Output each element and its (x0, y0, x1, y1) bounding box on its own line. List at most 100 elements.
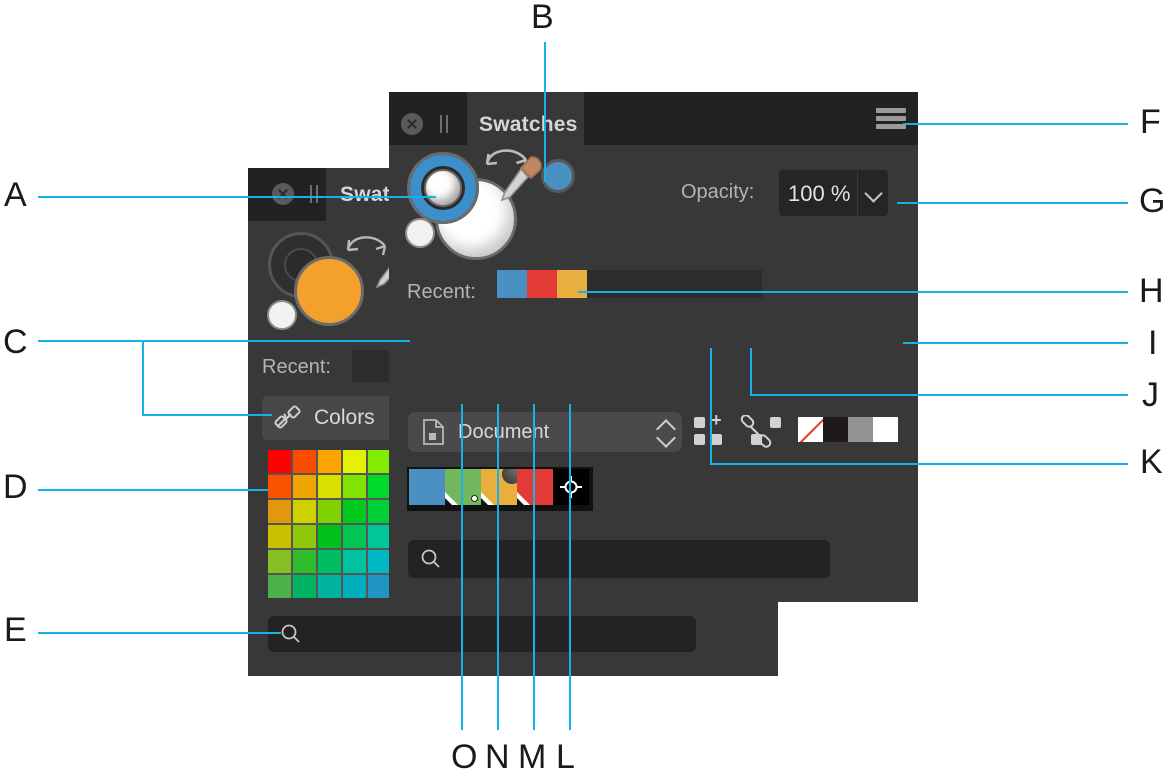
back-colors-button-label: Colors (314, 406, 375, 429)
back-fill-stroke-color-indicator[interactable] (262, 230, 416, 340)
spinner-updown-icon[interactable] (656, 419, 676, 448)
recent-label: Recent: (407, 281, 476, 303)
leader-line-M (533, 404, 535, 730)
new-swatch-group-button[interactable]: + (694, 411, 736, 449)
callout-label-O: O (451, 738, 478, 776)
leader-line-G (897, 202, 1128, 204)
pause-icon[interactable] (438, 115, 450, 133)
color-grid-cell[interactable] (268, 500, 291, 523)
color-grid-cell[interactable] (343, 500, 366, 523)
search-icon (281, 624, 300, 643)
callout-label-H: H (1139, 272, 1164, 310)
color-grid-cell[interactable] (293, 475, 316, 498)
none-color-icon[interactable] (405, 218, 435, 248)
color-grid-cell[interactable] (293, 500, 316, 523)
color-grid-cell[interactable] (318, 550, 341, 573)
color-grid-cell[interactable] (268, 525, 291, 548)
leader-line-N (497, 404, 499, 730)
white-chip[interactable] (873, 417, 898, 442)
front-search-field[interactable] (408, 540, 830, 578)
leader-line-K-elbow (710, 463, 902, 465)
leader-line-J-elbow (750, 394, 902, 396)
leader-line-L (569, 404, 571, 730)
leader-line-B (544, 42, 546, 182)
spot-color-swatch[interactable] (517, 469, 553, 505)
color-grid-cell[interactable] (293, 525, 316, 548)
opacity-value-box[interactable]: 100 % (779, 170, 857, 216)
color-grid-cell[interactable] (368, 500, 391, 523)
color-grid-cell[interactable] (318, 525, 341, 548)
recent-color-chip[interactable] (557, 270, 587, 298)
leader-line-C-top (38, 340, 410, 342)
close-icon[interactable] (272, 183, 294, 205)
color-grid-cell[interactable] (318, 475, 341, 498)
black-chip[interactable] (823, 417, 848, 442)
current-color-eyedropper[interactable] (499, 150, 579, 212)
callout-label-I: I (1148, 324, 1158, 362)
swatch-libraries-selector[interactable]: Document (408, 412, 682, 452)
color-grid-cell[interactable] (268, 450, 291, 473)
color-grid-cell[interactable] (293, 575, 316, 598)
color-grid-cell[interactable] (268, 575, 291, 598)
color-grid-cell[interactable] (343, 475, 366, 498)
hamburger-menu-icon[interactable] (876, 108, 906, 130)
leader-line-C-branch (142, 340, 144, 416)
document-icon (423, 419, 444, 445)
leader-line-H (578, 291, 1128, 293)
chevron-down-icon (864, 184, 883, 203)
leader-line-K-stem (710, 348, 712, 463)
current-color-circle[interactable] (541, 159, 575, 193)
leader-line-E (38, 632, 281, 634)
callout-label-J: J (1142, 376, 1159, 414)
eyedropper-icon[interactable] (499, 153, 547, 209)
spot-corner-inner (481, 498, 488, 505)
leader-line-F (903, 123, 1128, 125)
color-grid-cell[interactable] (268, 550, 291, 573)
gradient-swatch[interactable] (481, 469, 517, 505)
opacity-field[interactable]: Opacity: 100 % (681, 170, 901, 218)
swatch-library-name: Document (458, 421, 550, 443)
opacity-dropdown-button[interactable] (858, 170, 888, 216)
callout-label-D: D (3, 468, 28, 506)
leader-line-K (900, 463, 1128, 465)
color-grid-cell[interactable] (343, 450, 366, 473)
figure-canvas: Swatc Recent: Colors Swatches Opacity: 1… (0, 0, 1166, 774)
color-grid-cell[interactable] (368, 575, 391, 598)
process-color-swatch[interactable] (409, 469, 445, 505)
color-grid-cell[interactable] (318, 575, 341, 598)
back-search-field[interactable] (268, 616, 696, 652)
front-swatches-panel: Swatches Opacity: 100 % Recent: Document… (389, 92, 918, 602)
color-grid-cell[interactable] (368, 475, 391, 498)
color-grid-cell[interactable] (343, 525, 366, 548)
color-grid-cell[interactable] (368, 450, 391, 473)
leader-line-D (38, 489, 268, 491)
stroke-color-ring[interactable] (407, 152, 479, 224)
swatch-strip[interactable] (407, 467, 593, 511)
color-grid-cell[interactable] (293, 550, 316, 573)
color-mode-chips[interactable] (798, 417, 898, 442)
color-grid-cell[interactable] (343, 575, 366, 598)
registration-swatch[interactable] (553, 469, 589, 505)
color-grid-cell[interactable] (318, 450, 341, 473)
link-swatch-button[interactable] (740, 415, 783, 449)
search-icon (421, 549, 440, 568)
color-grid-cell[interactable] (318, 500, 341, 523)
color-grid-cell[interactable] (268, 475, 291, 498)
pause-icon[interactable] (308, 185, 320, 203)
color-grid-cell[interactable] (368, 550, 391, 573)
gray-chip[interactable] (848, 417, 873, 442)
global-color-swatch[interactable] (445, 469, 481, 505)
color-grid-cell[interactable] (293, 450, 316, 473)
recent-color-chip[interactable] (527, 270, 557, 298)
leader-line-O (461, 404, 463, 730)
none-chip[interactable] (798, 417, 823, 442)
close-icon[interactable] (401, 113, 423, 135)
none-color-icon[interactable] (267, 300, 297, 330)
callout-label-G: G (1139, 182, 1166, 220)
color-grid[interactable] (268, 450, 391, 598)
color-grid-cell[interactable] (343, 550, 366, 573)
leader-line-C-bottom (142, 414, 272, 416)
recent-color-chip[interactable] (497, 270, 527, 298)
recent-colors-well[interactable] (497, 270, 762, 298)
color-grid-cell[interactable] (368, 525, 391, 548)
